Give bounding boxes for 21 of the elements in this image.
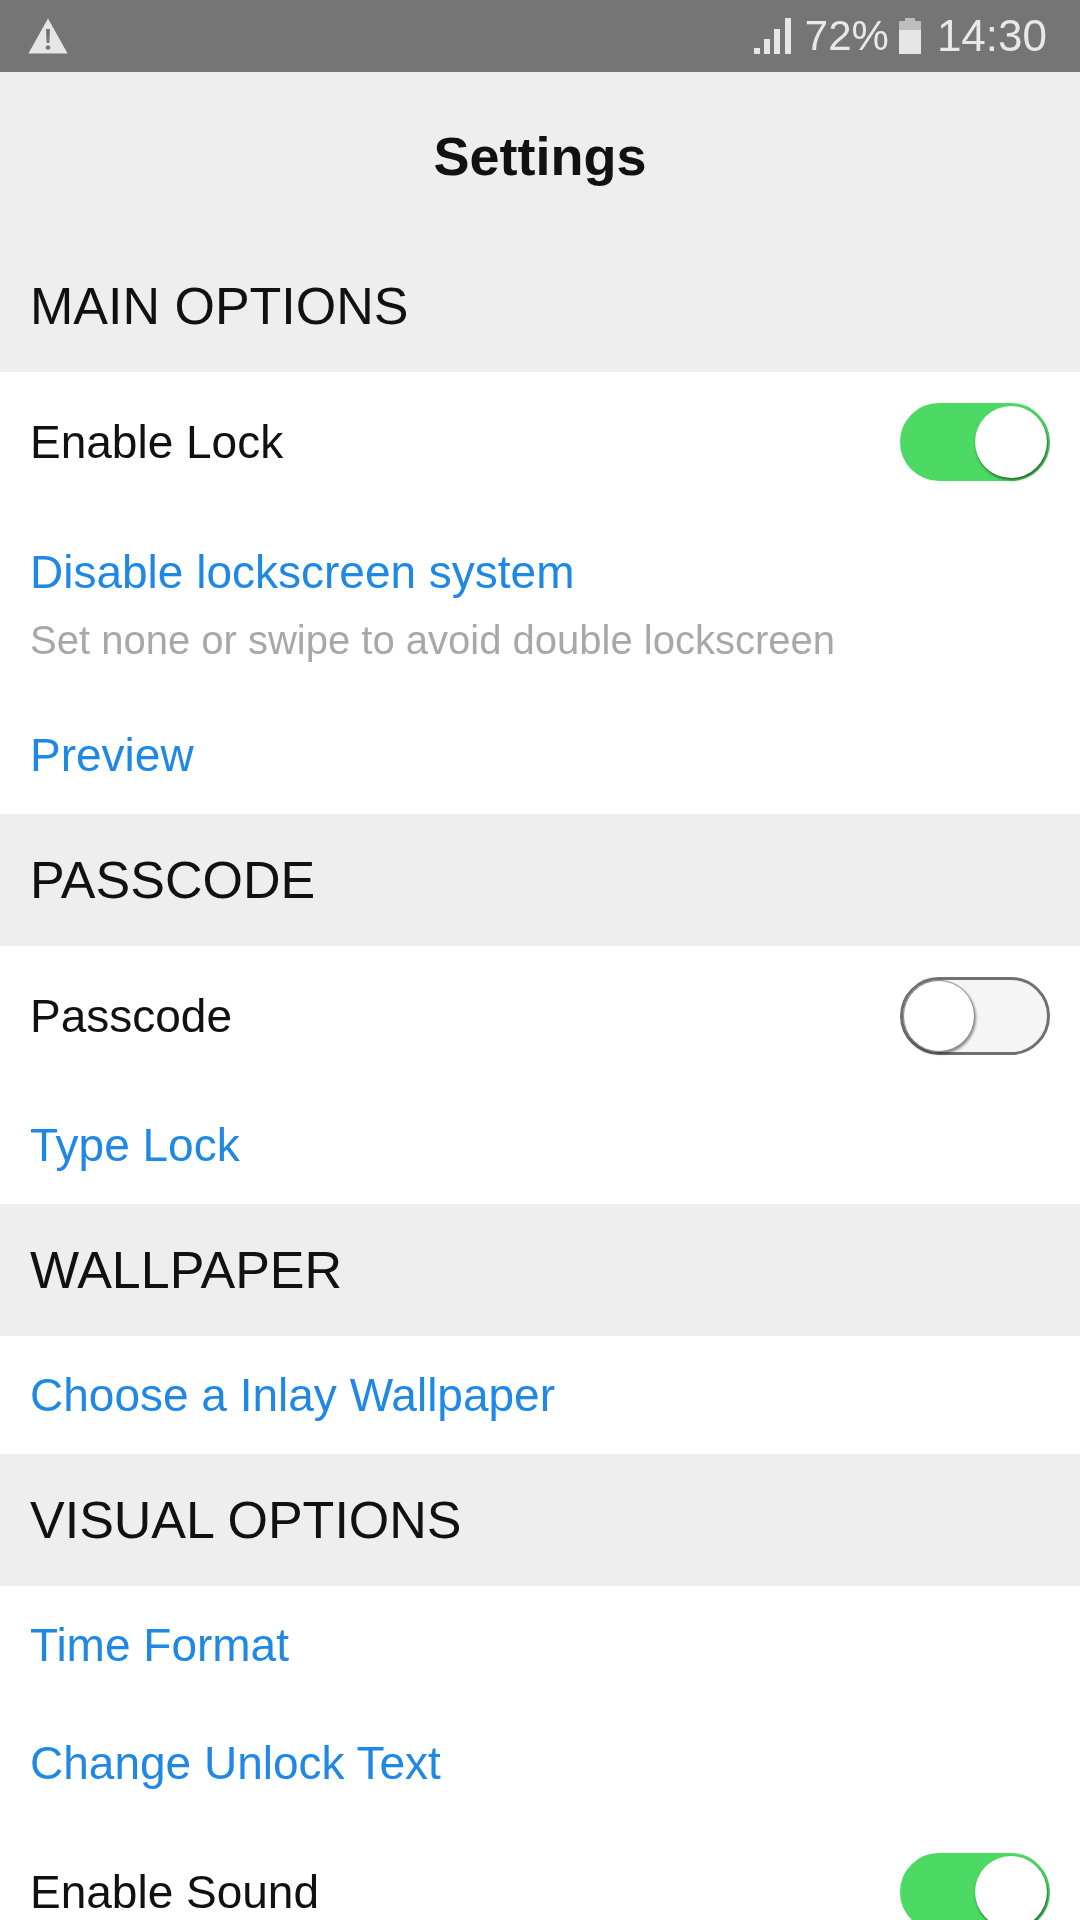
section-title: PASSCODE <box>30 850 316 910</box>
section-title: VISUAL OPTIONS <box>30 1490 462 1550</box>
setting-link[interactable]: Disable lockscreen system <box>30 546 575 598</box>
setting-description: Set none or swipe to avoid double lockscreen <box>30 617 835 663</box>
section-title: WALLPAPER <box>30 1240 343 1300</box>
toggle-switch[interactable] <box>900 1853 1050 1920</box>
setting-label: Passcode <box>30 990 232 1042</box>
setting-label: Enable Lock <box>30 416 284 468</box>
warning-icon <box>28 18 68 54</box>
setting-link[interactable]: Preview <box>30 729 194 781</box>
battery-percent: 72% <box>804 11 889 61</box>
setting-link[interactable]: Choose a Inlay Wallpaper <box>30 1369 556 1421</box>
setting-label: Enable Sound <box>30 1866 320 1918</box>
battery-icon <box>898 18 921 54</box>
setting-link[interactable]: Change Unlock Text <box>30 1737 441 1789</box>
setting-link[interactable]: Time Format <box>30 1619 289 1671</box>
section-title: MAIN OPTIONS <box>30 276 409 336</box>
signal-icon <box>753 18 791 54</box>
setting-link[interactable]: Type Lock <box>30 1119 240 1171</box>
screen-title: Settings <box>433 125 647 187</box>
clock-time: 14:30 <box>936 11 1047 61</box>
